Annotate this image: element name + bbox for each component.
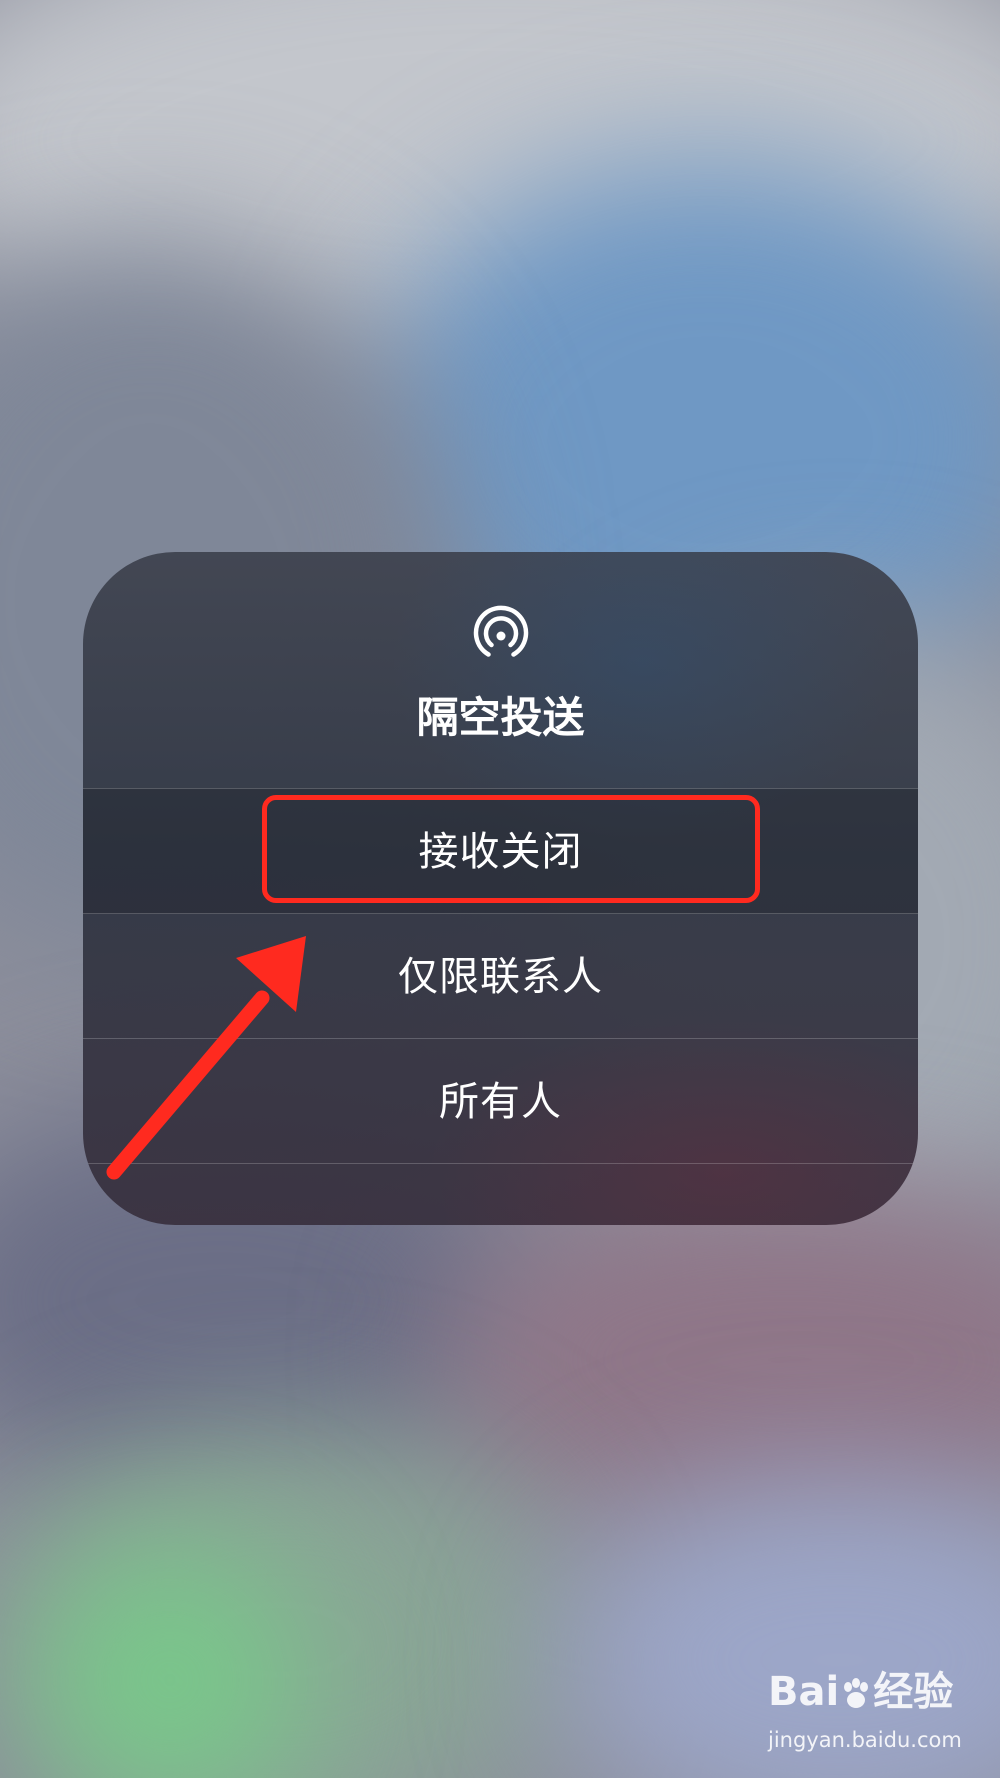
watermark-url: jingyan.baidu.com	[768, 1728, 962, 1752]
watermark-logo-prefix: Bai	[768, 1669, 840, 1715]
paw-icon	[844, 1678, 869, 1708]
annotation-arrow-icon	[106, 936, 306, 1180]
watermark-logo-suffix: 经验	[873, 1669, 954, 1715]
blurred-background-screen: 隔空投送 接收关闭 仅限联系人 所有人 Bai 经验 jingyan.baidu…	[0, 0, 1000, 1778]
baidu-jingyan-watermark: Bai 经验 jingyan.baidu.com	[768, 1662, 968, 1762]
watermark-logo: Bai 经验	[768, 1662, 968, 1722]
